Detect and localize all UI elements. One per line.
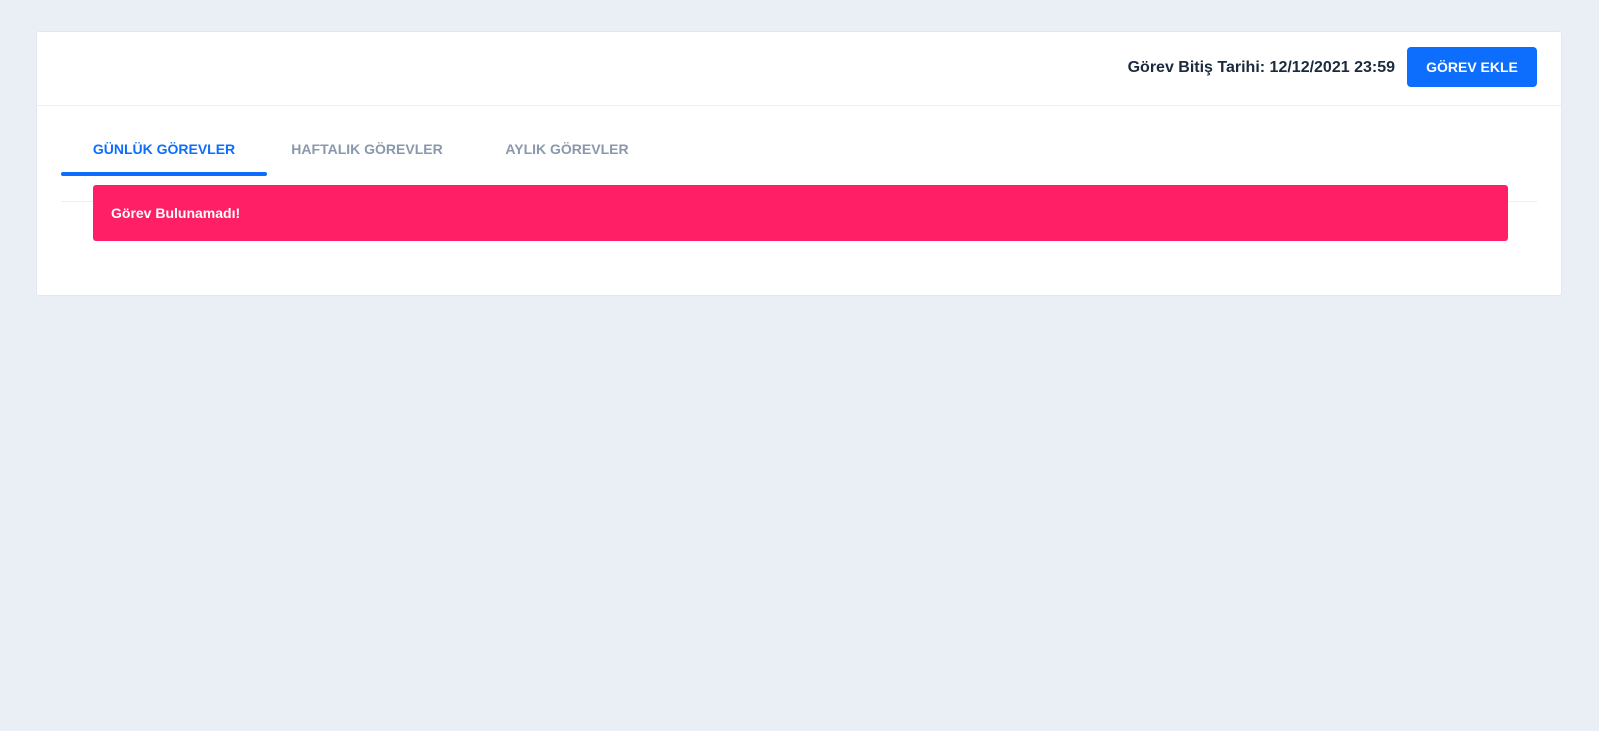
tab-daily-tasks[interactable]: GÜNLÜK GÖREVLER [61,124,267,176]
tab-weekly-tasks[interactable]: HAFTALIK GÖREVLER [267,124,467,176]
card-header: Görev Bitiş Tarihi: 12/12/2021 23:59 GÖR… [37,32,1561,106]
add-task-button[interactable]: GÖREV EKLE [1407,47,1537,87]
deadline-text: Görev Bitiş Tarihi: 12/12/2021 23:59 [1127,59,1395,76]
task-card: Görev Bitiş Tarihi: 12/12/2021 23:59 GÖR… [36,31,1562,296]
tab-daily-label: GÜNLÜK GÖREVLER [92,141,236,157]
tab-monthly-label: AYLIK GÖREVLER [505,141,629,157]
active-tab-indicator [61,172,267,176]
tab-monthly-tasks[interactable]: AYLIK GÖREVLER [467,124,667,176]
no-task-alert: Görev Bulunamadı! [93,185,1508,241]
tab-weekly-label: HAFTALIK GÖREVLER [291,141,443,157]
